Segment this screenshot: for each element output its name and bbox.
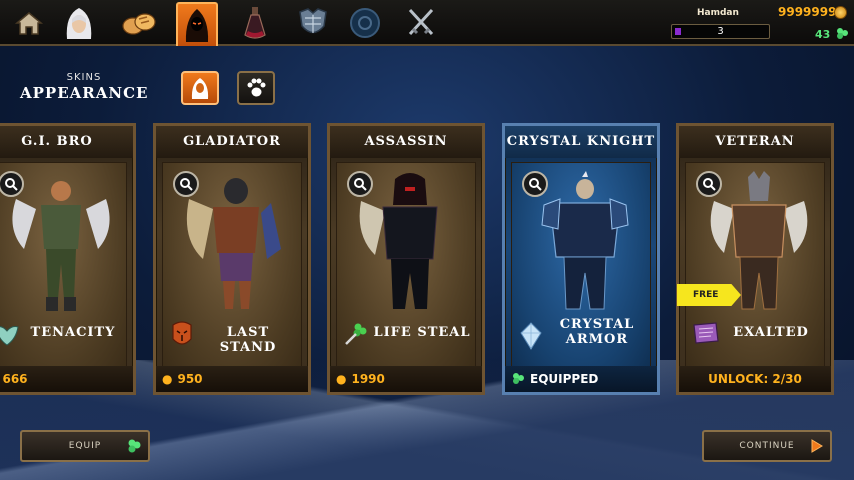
player-level-bar: 3 [671,24,770,39]
skin-ability: EXALTED [733,325,809,340]
gold-amount: 9999999 [778,5,837,19]
skin-card-assassin[interactable]: ASSASSIN LIFE STEAL ● 1990 [327,123,485,395]
page-title: APPEARANCE [20,84,149,102]
skin-price: ● 666 [0,366,133,392]
home-icon [14,12,44,35]
player-level: 3 [717,26,724,37]
player-name: Hamdan [697,8,739,18]
top-navigation-bar: Hamdan 3 9999999 43 [0,0,854,46]
skin-ability-line2: ARMOR [565,332,629,347]
tab-home[interactable] [8,4,50,42]
skin-title: ASSASSIN [330,126,482,158]
hood-filter-icon [191,78,209,99]
skin-ability: CRYSTAL ARMOR [548,317,646,347]
tab-weapons[interactable] [400,4,442,42]
skin-preview: LAST STAND [162,162,302,370]
potion-flask-icon [244,7,266,39]
play-arrow-icon [811,439,823,453]
skin-title: VETERAN [679,126,831,158]
skin-title: GLADIATOR [156,126,308,158]
skin-price: ● 1990 [330,366,482,392]
price-value: 1990 [351,372,385,386]
gold-coin-icon: ● [162,372,173,386]
unlock-progress: UNLOCK: 2/30 [708,372,802,386]
skin-price: ● 950 [156,366,308,392]
skin-ability: TENACITY [30,325,116,340]
gem-amount: 43 [815,28,831,41]
armor-chest-icon [299,8,327,34]
skin-card-gi-bro[interactable]: G.I. BRO TENACITY ● 666 [0,123,136,395]
continue-button[interactable]: CONTINUE [702,430,832,462]
skin-preview: LIFE STEAL [336,162,476,370]
gladiator-character-model [186,178,281,309]
continue-label: CONTINUE [739,441,795,451]
section-subtitle: SKINS [66,72,102,83]
crystal-knight-character-model [541,171,629,310]
skin-title: G.I. BRO [0,126,133,158]
clover-dagger-icon [345,323,367,345]
skin-preview: EXALTED [685,162,825,370]
scroll-book-icon [693,322,719,344]
bread-loaves-icon [122,13,156,35]
gold-coin-icon: ● [336,372,347,386]
skin-card-gladiator[interactable]: GLADIATOR LAST STAND ● 950 [153,123,311,395]
skin-card-veteran[interactable]: VETERAN EXALTED FREE UNLOCK: 2/30 [676,123,834,395]
skin-preview: CRYSTAL ARMOR [511,162,651,370]
round-emblem-icon [350,8,380,38]
gold-coin-icon [834,6,847,19]
filter-pet-button[interactable] [237,71,275,105]
assassin-character-model [359,173,438,309]
filter-hood-button[interactable] [181,71,219,105]
equip-label: EQUIP [68,441,102,451]
tab-resources[interactable] [118,4,160,42]
winged-shield-icon [0,326,19,346]
equipped-label: EQUIPPED [530,372,599,386]
skin-preview: TENACITY [0,162,127,370]
hooded-woman-portrait-icon [66,8,92,39]
tab-emblem[interactable] [344,4,386,42]
skin-card-crystal-knight[interactable]: CRYSTAL KNIGHT CRYSTAL ARMOR EQUIPPED [502,123,660,395]
skin-title: CRYSTAL KNIGHT [505,126,657,158]
skin-status: EQUIPPED [505,366,657,392]
tab-heroes[interactable] [58,4,100,42]
free-tag: FREE [677,284,741,306]
gi-bro-character-model [12,181,110,311]
skin-ability: LAST STAND [219,325,277,355]
crystal-icon [520,322,542,350]
price-value: 666 [2,372,28,386]
gem-clover-icon [513,373,524,384]
tab-skins[interactable] [176,2,218,46]
skin-ability-line1: CRYSTAL [559,317,635,332]
skin-ability: LIFE STEAL [373,325,471,340]
gem-clover-icon [128,439,141,453]
crossed-swords-icon [408,8,434,36]
paw-filter-icon [247,78,266,97]
price-value: 950 [177,372,203,386]
tribal-mask-icon [172,321,192,345]
hooded-assassin-icon [185,9,209,42]
equip-button[interactable]: EQUIP [20,430,150,462]
tab-potions[interactable] [234,4,276,42]
skin-unlock-progress: UNLOCK: 2/30 [679,366,831,392]
gem-clover-icon [837,28,848,39]
tab-armor[interactable] [292,4,334,42]
